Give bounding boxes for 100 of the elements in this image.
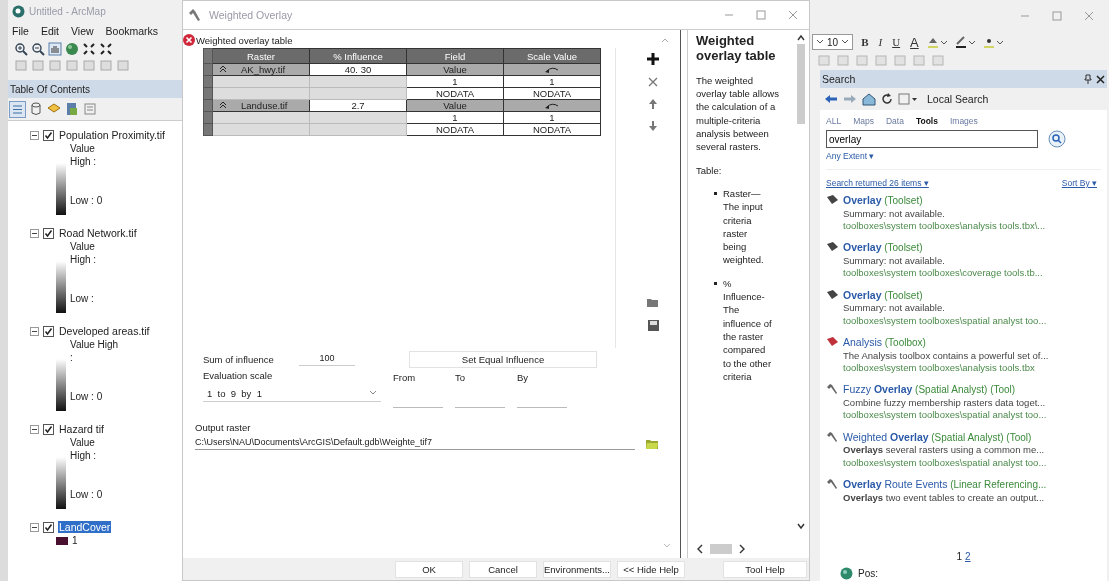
collapse-icon[interactable] [30,424,39,434]
toolset-icon [826,241,839,253]
sort-link[interactable]: Sort By ▾ [1061,178,1097,188]
format-button[interactable]: I [876,36,885,48]
help-title: Weighted overlay table [696,34,777,64]
collapse-icon[interactable] [30,522,39,532]
format-button[interactable]: B [859,36,871,48]
scroll-up-icon[interactable] [796,34,806,42]
scale-dropdown[interactable]: 1 to 9 by 1 [203,385,381,402]
layer-checkbox[interactable] [43,423,54,435]
result-title[interactable]: Analysis [843,336,883,348]
dialog-button[interactable]: << Hide Help [617,560,685,578]
collapse-chevrons-icon[interactable] [219,101,227,109]
hammer-icon [826,430,839,442]
dialog-button[interactable]: OK [395,560,463,578]
list-icon[interactable] [10,101,25,117]
collapse-icon[interactable] [30,228,39,238]
scroll-thumb[interactable] [797,44,805,124]
collapse-chevrons-icon[interactable] [219,65,227,73]
tool-help-button[interactable]: Tool Help [723,560,807,578]
curved-arrow-icon[interactable] [544,66,560,73]
layer-checkbox[interactable] [43,227,54,239]
result-type: (Toolset) [884,242,923,254]
search-tab[interactable]: Tools [915,116,938,126]
layer-name[interactable]: Developed areas.tif [58,325,151,337]
layer-checkbox[interactable] [43,325,54,337]
toolbox-icon [826,336,839,347]
database-icon[interactable] [29,102,43,116]
dialog-button[interactable]: Cancel [469,560,537,578]
layer-select-icon[interactable] [65,102,79,116]
result-title[interactable]: Overlay [843,194,882,206]
line-color-icon[interactable] [954,35,977,49]
zoom-in-icon[interactable] [14,41,28,56]
layer-checkbox[interactable] [43,129,54,141]
dialog-title: Weighted Overlay [209,9,293,21]
field-label: Output raster [195,422,252,433]
home-icon[interactable] [862,92,876,106]
extent-icon[interactable] [99,41,113,56]
help-text: The weighted overlay table allows the calculation of a multiple-criteria analysis between several rasters. [696,73,780,154]
add-icon[interactable] [646,52,660,66]
layer-name[interactable]: LandCover [58,521,112,533]
globe-icon[interactable] [65,41,79,56]
refresh-icon[interactable] [881,93,893,105]
back-arrow-icon[interactable] [824,94,838,104]
folder-icon[interactable] [645,437,659,450]
legend-label: Low : [70,293,95,304]
format-button[interactable]: U [890,36,903,48]
zoom-out-icon[interactable] [31,41,45,56]
search-icon[interactable] [1048,130,1066,148]
scroll-left-icon[interactable] [696,544,704,554]
hammer-icon [826,383,839,395]
up-arrow-icon[interactable] [648,98,658,110]
search-scope-dropdown[interactable]: Local Search [927,93,989,105]
pin-icon[interactable] [1084,74,1092,84]
result-title[interactable]: Weighted Overlay [843,430,929,443]
scroll-right-icon[interactable] [738,544,746,554]
delete-icon[interactable] [647,76,659,88]
layer-name[interactable]: Road Network.tif [58,227,138,239]
output-raster-field[interactable]: C:\Users\NAU\Documents\ArcGIS\Default.gdb\Weighte_tif7 [195,437,635,450]
window-title: Untitled - ArcMap [29,5,106,17]
layer-name[interactable]: Population Proximity.tif [58,129,166,141]
dialog-button[interactable]: Environments... [543,560,611,578]
results-count-link[interactable]: Search returned 26 items ▾ [826,178,929,188]
result-title[interactable]: Overlay [843,241,882,254]
legend-label: : [70,352,74,363]
page-link[interactable]: 1 [956,551,962,565]
format-button[interactable]: A [908,34,921,50]
search-tab[interactable]: ALL [826,116,842,126]
page-link[interactable]: 2 [965,551,971,565]
scroll-thumb[interactable] [710,544,732,554]
toolset-icon [826,194,839,205]
result-title[interactable]: Overlay [843,288,882,301]
search-tab[interactable]: Data [885,116,904,126]
extent-icon[interactable] [82,41,96,56]
menu-item[interactable]: Edit [40,25,59,37]
result-title[interactable]: Fuzzy Overlay [843,383,913,396]
search-tab[interactable]: Maps [853,116,874,126]
layer-name[interactable]: Hazard tif [58,423,105,435]
result-summary: The Analysis toolbox contains a powerful set of... [843,349,1049,362]
set-equal-influence-button[interactable]: Set Equal Influence [409,350,597,368]
menu-item[interactable]: View [71,25,94,37]
search-field[interactable]: overlay [826,130,1038,148]
curved-arrow-icon[interactable] [544,102,560,109]
down-arrow-icon[interactable] [648,120,658,132]
field-label: By [517,372,530,383]
extent-link[interactable]: Any Extent ▾ [826,151,1101,170]
layer-checkbox[interactable] [43,521,54,533]
app-logo-icon [12,4,25,18]
scroll-down-icon[interactable] [796,522,806,530]
menu-item[interactable]: Bookmarks [105,25,159,37]
collapse-icon[interactable] [30,130,39,140]
menu-item[interactable]: File [12,25,29,37]
font-size-dropdown[interactable]: 10 [812,34,854,50]
save-icon[interactable] [646,319,660,332]
search-tab[interactable]: Images [949,116,978,126]
close-icon[interactable] [1096,74,1105,84]
collapse-icon[interactable] [30,326,39,336]
open-folder-icon[interactable] [646,296,660,309]
view-options-icon[interactable] [898,93,918,105]
result-title[interactable]: Overlay Route Events [843,477,948,490]
